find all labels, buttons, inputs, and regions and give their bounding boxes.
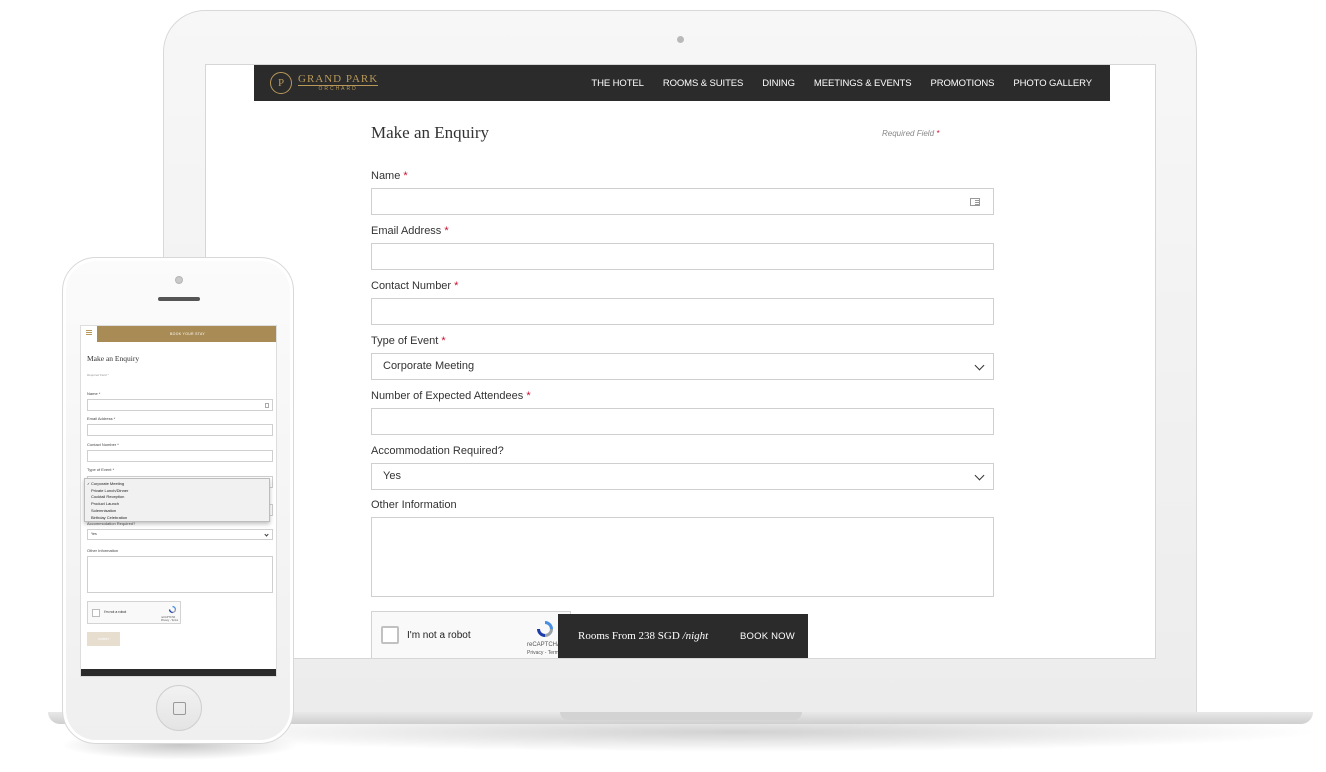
book-now-button[interactable]: BOOK NOW [740,631,795,642]
email-label: Email Address * [371,225,449,237]
nav-item-promotions[interactable]: PROMOTIONS [930,78,994,89]
hotel-logo[interactable]: P GRAND PARK ORCHARD [270,72,379,94]
recaptcha-checkbox[interactable] [381,626,399,644]
mobile-event-type-label: Type of Event * [87,467,115,472]
dropdown-option[interactable]: Product Launch [87,501,269,508]
phone-home-button[interactable] [156,685,202,731]
recaptcha-logo-icon [537,621,553,637]
laptop-screen: P GRAND PARK ORCHARD THE HOTEL ROOMS & S… [205,64,1156,659]
nav-menu: THE HOTEL ROOMS & SUITES DINING MEETINGS… [591,65,1092,101]
recaptcha-widget: I'm not a robot reCAPTCHA Privacy - Term… [371,611,571,658]
contact-card-icon [265,403,269,408]
mobile-other-info-textarea[interactable] [87,556,273,593]
page-title: Make an Enquiry [371,123,490,142]
mobile-accommodation-value: Yes [91,532,97,536]
logo-text: GRAND PARK ORCHARD [298,73,379,93]
required-asterisk: * [403,170,408,182]
laptop-base-notch [560,712,802,720]
other-info-textarea[interactable] [371,517,994,597]
recaptcha-label: I'm not a robot [407,630,471,641]
phone-screen: BOOK YOUR STAY Make an Enquiry Required … [80,325,277,677]
mobile-topbar: BOOK YOUR STAY [81,326,276,342]
mobile-other-info-label: Other Information [87,548,119,553]
required-asterisk: * [526,390,531,402]
accommodation-select[interactable]: Yes [371,463,994,490]
mobile-recaptcha-checkbox[interactable] [92,609,100,617]
required-asterisk: * [454,280,459,292]
other-info-label: Other Information [371,499,457,511]
attendees-input[interactable] [371,408,994,435]
contact-number-label: Contact Number * [371,280,458,292]
mobile-page-title: Make an Enquiry [87,354,140,363]
event-type-label: Type of Event * [371,335,446,347]
attendees-label-text: Number of Expected Attendees [371,390,524,402]
nav-item-the-hotel[interactable]: THE HOTEL [591,78,644,89]
mobile-recaptcha-widget: I'm not a robot reCAPTCHA Privacy - Terms [87,601,181,624]
event-type-select[interactable]: Corporate Meeting [371,353,994,380]
home-square-icon [173,702,186,715]
mobile-recaptcha-text: reCAPTCHA Privacy - Terms [161,616,178,622]
mobile-recaptcha-terms[interactable]: Privacy - Terms [161,619,178,622]
dropdown-option[interactable]: Cocktail Reception [87,494,269,501]
mobile-name-label: Name * [87,391,101,396]
contact-number-input[interactable] [371,298,994,325]
required-asterisk: * [441,335,446,347]
mobile-bottom-bar [81,669,276,676]
mobile-accommodation-label: Accommodation Required? [87,521,136,526]
nav-item-dining[interactable]: DINING [762,78,795,89]
mobile-required-note: Required Field * [87,373,109,377]
nav-item-meetings-events[interactable]: MEETINGS & EVENTS [814,78,912,89]
name-label-text: Name [371,170,401,182]
accommodation-value: Yes [383,470,401,482]
attendees-label: Number of Expected Attendees * [371,390,531,402]
dropdown-option[interactable]: Corporate Meeting [87,481,269,488]
required-asterisk: * [936,129,940,138]
contact-label-text: Contact Number [371,280,452,292]
mobile-accommodation-select[interactable]: Yes [87,529,273,540]
mobile-name-input[interactable] [87,399,273,411]
room-rate-unit: /night [682,630,709,642]
nav-item-photo-gallery[interactable]: PHOTO GALLERY [1013,78,1092,89]
logo-subtitle: ORCHARD [298,85,379,93]
nav-item-rooms-suites[interactable]: ROOMS & SUITES [663,78,744,89]
mobile-recaptcha-label: I'm not a robot [104,610,127,614]
chevron-down-icon [974,470,985,481]
hamburger-menu-icon[interactable] [86,330,92,331]
recaptcha-brand: reCAPTCHA [527,642,562,648]
dropdown-option[interactable]: Solemnisation [87,508,269,515]
phone-speaker [158,297,200,301]
email-label-text: Email Address [371,225,442,237]
name-label: Name * [371,170,408,182]
mobile-contact-input[interactable] [87,450,273,462]
mobile-email-label: Email Address * [87,416,116,421]
recaptcha-terms-link[interactable]: Privacy - Terms [527,650,561,656]
chevron-down-icon [974,360,985,371]
dropdown-option[interactable]: Private Lunch/Dinner [87,488,269,495]
mobile-email-input[interactable] [87,424,273,436]
logo-emblem-icon: P [270,72,292,94]
required-asterisk: * [444,225,449,237]
room-rate-amount: Rooms From 238 SGD [578,630,680,642]
phone-camera [175,276,183,284]
required-field-note: Required Field * [882,129,939,138]
required-note-text: Required Field [882,129,935,138]
top-navbar: P GRAND PARK ORCHARD THE HOTEL ROOMS & S… [254,65,1110,101]
room-rate-text: Rooms From 238 SGD /night [578,630,708,642]
email-input[interactable] [371,243,994,270]
event-type-value: Corporate Meeting [383,360,475,372]
laptop-camera [677,36,684,43]
mobile-contact-label: Contact Number * [87,442,119,447]
event-type-label-text: Type of Event [371,335,439,347]
booking-bar: Rooms From 238 SGD /night BOOK NOW [558,614,808,658]
name-input[interactable] [371,188,994,215]
recaptcha-logo-icon [168,605,177,614]
chevron-down-icon [264,532,269,537]
accommodation-label: Accommodation Required? [371,445,504,457]
book-your-stay-button[interactable]: BOOK YOUR STAY [97,326,276,342]
event-type-dropdown-menu: Corporate Meeting Private Lunch/Dinner C… [84,478,270,522]
contact-card-icon[interactable] [970,198,980,206]
mobile-submit-button[interactable]: SUBMIT [87,632,120,646]
logo-name: GRAND PARK [298,73,379,85]
